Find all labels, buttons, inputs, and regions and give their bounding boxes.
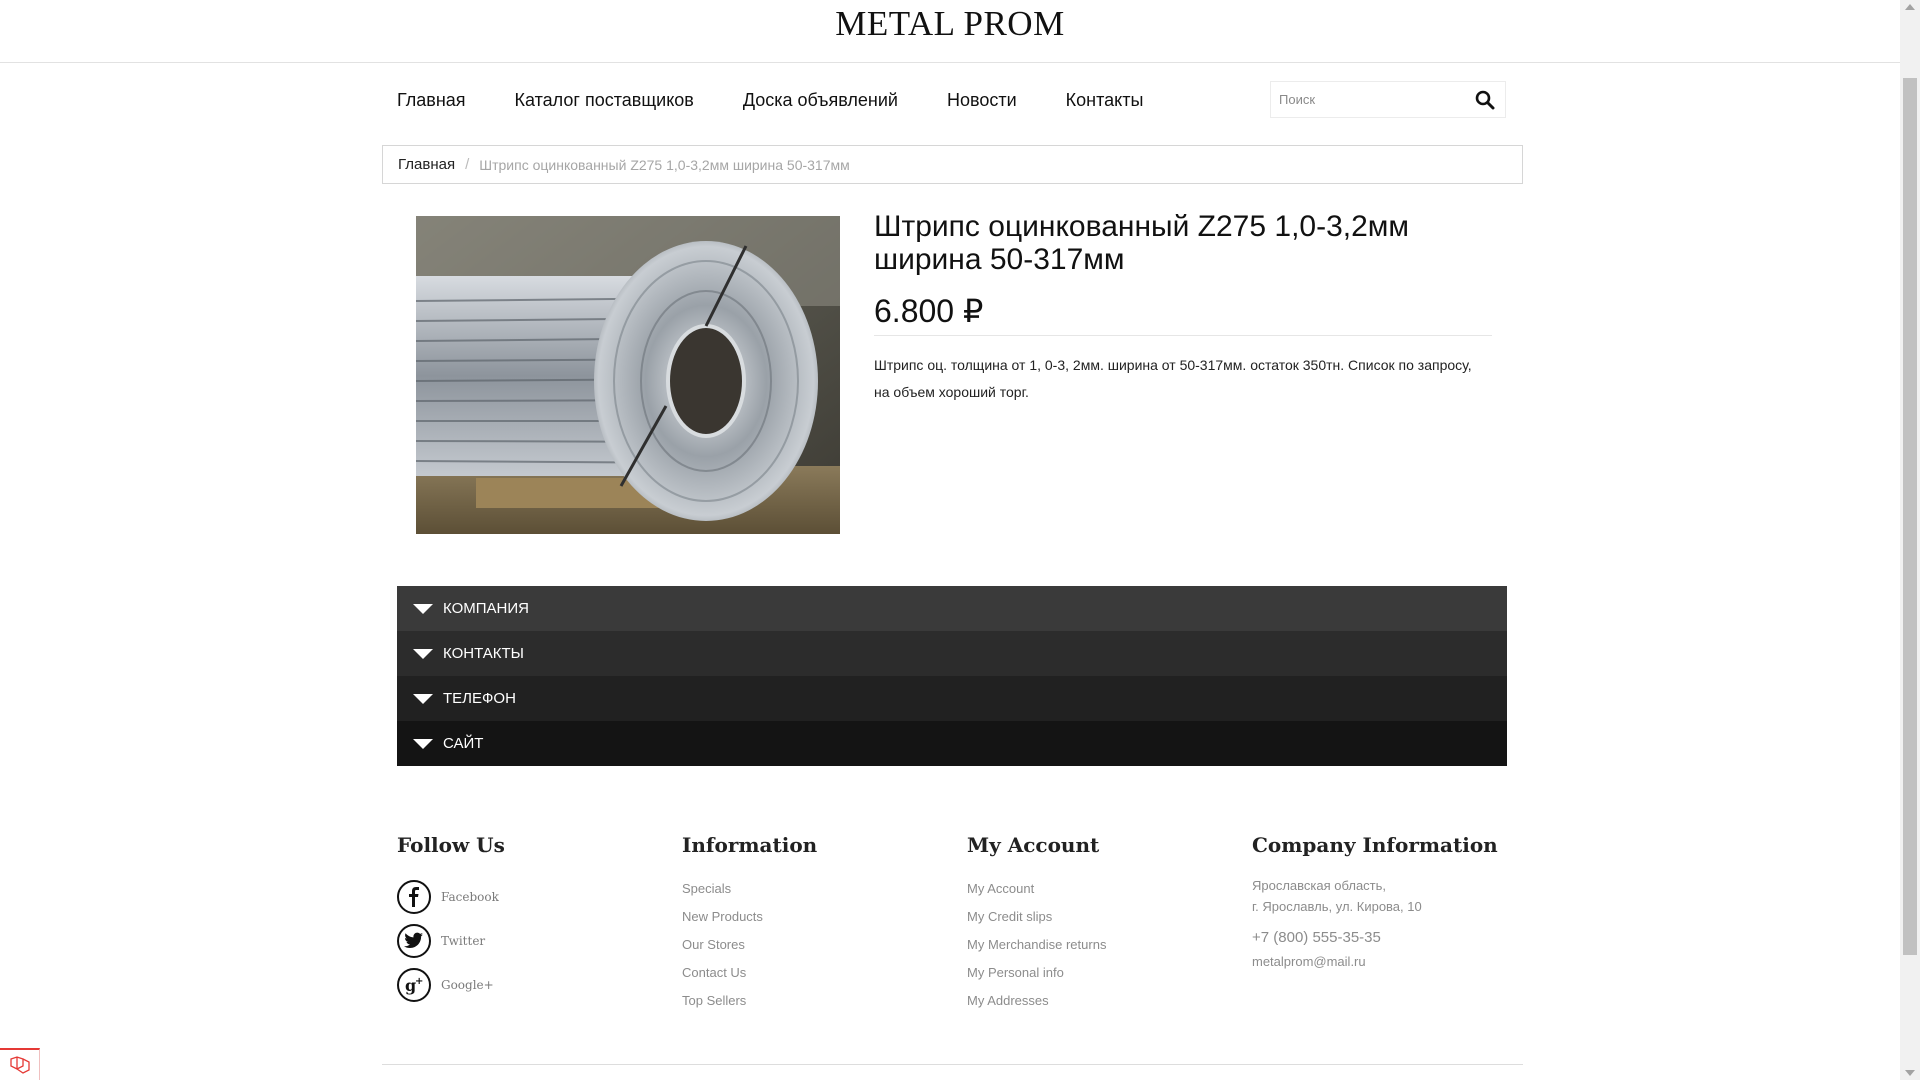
accordion-item-phone[interactable]: ТЕЛЕФОН xyxy=(397,676,1507,721)
footer-heading-information: Information xyxy=(682,833,818,857)
footer-link-item: Top Sellers xyxy=(682,987,817,1015)
nav-item-bulletin-board[interactable]: Доска объявлений xyxy=(743,90,898,111)
breadcrumb-separator: / xyxy=(465,156,470,173)
footer-link-personal-info[interactable]: My Personal info xyxy=(967,965,1064,980)
triangle-down-icon xyxy=(413,648,433,659)
footer-link-item: My Addresses xyxy=(967,987,1106,1015)
footer-link-my-account[interactable]: My Account xyxy=(967,881,1034,896)
footer-link-item: Specials xyxy=(682,875,817,903)
accordion-label: САЙТ xyxy=(443,735,484,752)
header: METAL PROM xyxy=(0,0,1900,63)
search-input[interactable] xyxy=(1271,82,1471,117)
scroll-down-arrow-icon[interactable] xyxy=(1905,1070,1915,1076)
footer-link-new-products[interactable]: New Products xyxy=(682,909,763,924)
triangle-down-icon xyxy=(413,738,433,749)
footer-link-item: New Products xyxy=(682,903,817,931)
accordion-label: КОНТАКТЫ xyxy=(443,645,524,662)
footer-link-merchandise-returns[interactable]: My Merchandise returns xyxy=(967,937,1106,952)
footer-link-item: My Personal info xyxy=(967,959,1106,987)
google-plus-icon[interactable]: g + xyxy=(397,968,431,1002)
footer-link-item: Contact Us xyxy=(682,959,817,987)
social-label[interactable]: Facebook xyxy=(441,890,499,904)
footer-company-info: Company Information Ярославская область,… xyxy=(1252,833,1498,969)
footer-information-links: Specials New Products Our Stores Contact… xyxy=(682,875,817,1015)
site-logo[interactable]: METAL PROM xyxy=(0,4,1900,44)
footer-link-item: My Credit slips xyxy=(967,903,1106,931)
scroll-up-arrow-icon[interactable] xyxy=(1905,4,1915,10)
footer-link-specials[interactable]: Specials xyxy=(682,881,731,896)
footer-follow-us: Follow Us Facebook Twitter g + Google+ xyxy=(397,833,505,1007)
social-twitter[interactable]: Twitter xyxy=(397,919,505,963)
page: METAL PROM Главная Каталог поставщиков Д… xyxy=(0,0,1900,1080)
search-box xyxy=(1270,81,1506,118)
social-facebook[interactable]: Facebook xyxy=(397,875,505,919)
footer-link-item: My Merchandise returns xyxy=(967,931,1106,959)
footer-link-item: Our Stores xyxy=(682,931,817,959)
social-label[interactable]: Twitter xyxy=(441,934,485,948)
product-divider xyxy=(874,335,1492,336)
triangle-down-icon xyxy=(413,693,433,704)
footer-heading-follow: Follow Us xyxy=(397,833,505,857)
accordion-item-contacts[interactable]: КОНТАКТЫ xyxy=(397,631,1507,676)
footer-heading-account: My Account xyxy=(967,833,1100,857)
social-label[interactable]: Google+ xyxy=(441,978,494,992)
accordion-label: ТЕЛЕФОН xyxy=(443,690,516,707)
facebook-icon[interactable] xyxy=(397,880,431,914)
nav-item-suppliers-catalog[interactable]: Каталог поставщиков xyxy=(515,90,694,111)
footer-heading-company: Company Information xyxy=(1252,833,1498,857)
footer-account-links: My Account My Credit slips My Merchandis… xyxy=(967,875,1106,1015)
footer-link-our-stores[interactable]: Our Stores xyxy=(682,937,745,952)
triangle-down-icon xyxy=(413,603,433,614)
nav-item-news[interactable]: Новости xyxy=(947,90,1017,111)
product-price: 6.800 ₽ xyxy=(874,293,984,329)
footer-information: Information Specials New Products Our St… xyxy=(682,833,817,1015)
nav-item-contacts[interactable]: Контакты xyxy=(1066,90,1144,111)
accordion-label: КОМПАНИЯ xyxy=(443,600,529,617)
accordion-item-site[interactable]: САЙТ xyxy=(397,721,1507,766)
debug-widget-icon[interactable] xyxy=(0,1048,40,1080)
company-email[interactable]: metalprom@mail.ru xyxy=(1252,954,1498,969)
breadcrumb-current: Штрипс оцинкованный Z275 1,0-3,2мм ширин… xyxy=(479,156,850,173)
product-image[interactable] xyxy=(416,216,840,534)
footer-link-credit-slips[interactable]: My Credit slips xyxy=(967,909,1052,924)
company-address-line1: Ярославская область, xyxy=(1252,878,1387,893)
accordion-item-company[interactable]: КОМПАНИЯ xyxy=(397,586,1507,631)
product-title: Штрипс оцинкованный Z275 1,0-3,2мм ширин… xyxy=(874,210,1410,276)
footer-link-addresses[interactable]: My Addresses xyxy=(967,993,1049,1008)
footer-my-account: My Account My Account My Credit slips My… xyxy=(967,833,1106,1015)
vertical-scrollbar[interactable] xyxy=(1900,0,1920,1080)
search-icon[interactable] xyxy=(1475,90,1495,110)
main-nav: Главная Каталог поставщиков Доска объявл… xyxy=(380,80,1192,120)
company-address-line2: г. Ярославль, ул. Кирова, 10 xyxy=(1252,899,1422,914)
breadcrumb: Главная / Штрипс оцинкованный Z275 1,0-3… xyxy=(382,145,1523,184)
twitter-icon[interactable] xyxy=(397,924,431,958)
social-google-plus[interactable]: g + Google+ xyxy=(397,963,505,1007)
footer-link-contact-us[interactable]: Contact Us xyxy=(682,965,746,980)
seller-info-accordion: КОМПАНИЯ КОНТАКТЫ ТЕЛЕФОН САЙТ xyxy=(397,586,1507,766)
scrollbar-thumb[interactable] xyxy=(1903,78,1917,955)
footer-link-item: My Account xyxy=(967,875,1106,903)
breadcrumb-home-link[interactable]: Главная xyxy=(398,156,455,173)
nav-item-home[interactable]: Главная xyxy=(397,90,466,111)
company-phone: +7 (800) 555-35-35 xyxy=(1252,929,1381,946)
footer-link-top-sellers[interactable]: Top Sellers xyxy=(682,993,746,1008)
svg-text:+: + xyxy=(415,976,423,987)
footer-divider xyxy=(382,1064,1523,1065)
product-description: Штрипс оц. толщина от 1, 0-3, 2мм. ширин… xyxy=(874,357,1472,400)
